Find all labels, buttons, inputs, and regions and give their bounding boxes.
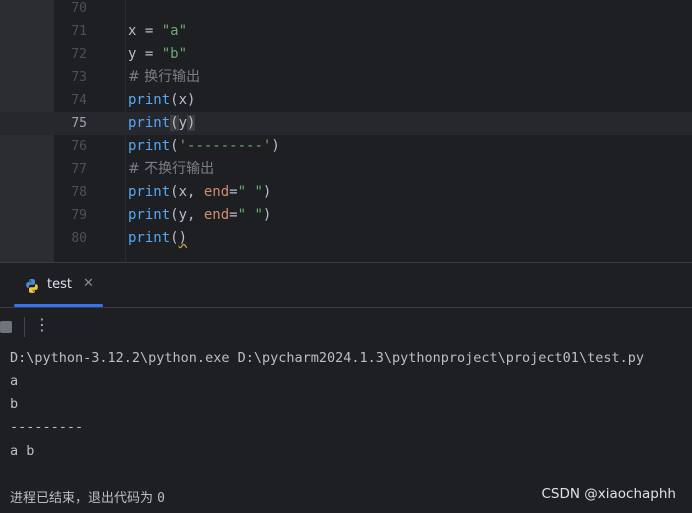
console-output-line: b xyxy=(10,396,19,412)
csdn-watermark: CSDN @xiaochaphh xyxy=(541,486,677,502)
line-number: 77 xyxy=(71,162,87,177)
code-line[interactable]: 77 # 不换行输出 xyxy=(0,158,692,181)
line-number: 74 xyxy=(71,93,87,108)
code-line[interactable]: 71 x = "a" xyxy=(0,20,692,43)
line-number: 72 xyxy=(71,47,87,62)
code-text: print() xyxy=(128,230,188,246)
code-line-current[interactable]: 75 print(y) xyxy=(0,112,692,135)
line-number: 78 xyxy=(71,185,87,200)
line-number: 75 xyxy=(71,116,87,131)
more-vertical-icon[interactable]: ⋮ xyxy=(34,315,50,335)
process-exit-message: 进程已结束，退出代码为 0 xyxy=(10,491,165,506)
close-icon[interactable]: ✕ xyxy=(83,276,94,291)
code-line[interactable]: 73 # 换行输出 xyxy=(0,66,692,89)
line-number: 71 xyxy=(71,24,87,39)
code-line[interactable]: 80 print() xyxy=(0,227,692,250)
stop-icon[interactable] xyxy=(0,321,12,333)
code-text: print(x) xyxy=(128,92,196,108)
python-icon xyxy=(26,279,38,293)
line-number: 73 xyxy=(71,70,87,85)
tab-label: test xyxy=(47,277,72,292)
console-command-line: D:\python-3.12.2\python.exe D:\pycharm20… xyxy=(10,350,644,366)
code-line[interactable]: 70 xyxy=(0,0,692,20)
code-text: x = "a" xyxy=(128,23,188,39)
code-line[interactable]: 79 print(y, end=" ") xyxy=(0,204,692,227)
code-text: print(y, end=" ") xyxy=(128,207,272,223)
code-comment: # 不换行输出 xyxy=(128,161,215,177)
code-text: print(x, end=" ") xyxy=(128,184,272,200)
line-number: 79 xyxy=(71,208,87,223)
code-line[interactable]: 74 print(x) xyxy=(0,89,692,112)
code-text: print('---------') xyxy=(128,138,280,154)
toolbar-divider xyxy=(24,317,25,337)
console-output-line: --------- xyxy=(10,419,84,435)
run-tab-bar: test ✕ xyxy=(0,263,692,307)
code-line[interactable]: 72 y = "b" xyxy=(0,43,692,66)
code-text: y = "b" xyxy=(128,46,188,62)
line-number: 80 xyxy=(71,231,87,246)
line-number: 76 xyxy=(71,139,87,154)
code-text: print(y) xyxy=(128,115,196,131)
code-comment: # 换行输出 xyxy=(128,69,201,85)
console-output-line: a b xyxy=(10,443,35,459)
code-line[interactable]: 76 print('---------') xyxy=(0,135,692,158)
run-toolbar: ⋮ xyxy=(0,308,692,344)
code-editor[interactable]: 70 71 x = "a" 72 y = "b" 73 # 换行输出 74 pr… xyxy=(0,0,692,262)
console-output-line: a xyxy=(10,373,19,389)
code-line[interactable]: 78 print(x, end=" ") xyxy=(0,181,692,204)
line-number: 70 xyxy=(71,1,87,16)
tab-test[interactable]: test ✕ xyxy=(14,263,103,307)
